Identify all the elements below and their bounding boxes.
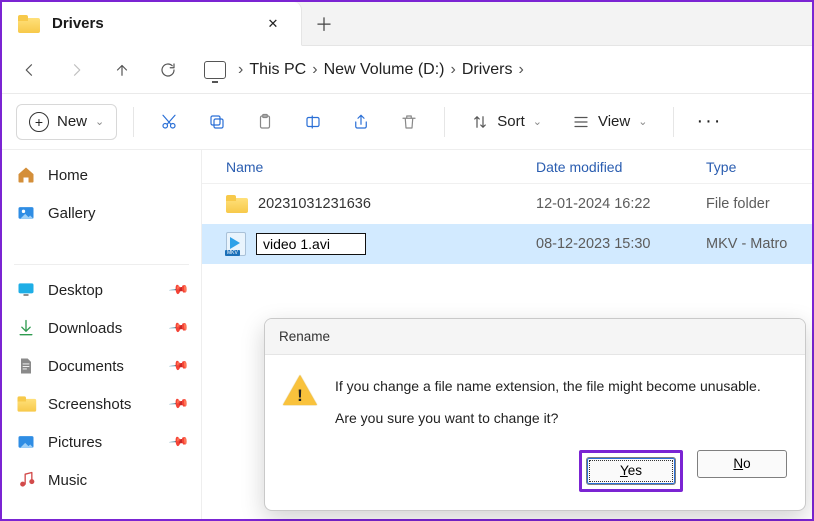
sort-button[interactable]: Sort ⌄ <box>461 104 552 140</box>
cut-button[interactable] <box>150 103 188 141</box>
view-label: View <box>598 113 630 130</box>
tab-bar: Drivers ✕ ＋ <box>2 2 812 46</box>
no-button[interactable]: No <box>697 450 787 478</box>
tab-active[interactable]: Drivers ✕ <box>2 2 302 46</box>
pin-icon: 📌 <box>168 317 191 340</box>
music-icon <box>16 470 36 490</box>
column-date[interactable]: Date modified <box>536 159 706 175</box>
chevron-right-icon: › <box>450 61 455 79</box>
rename-dialog: Rename If you change a file name extensi… <box>264 318 806 511</box>
folder-icon <box>18 15 40 33</box>
file-type: MKV - Matro <box>706 236 812 252</box>
sidebar-item-label: Documents <box>48 358 124 375</box>
new-button[interactable]: + New ⌄ <box>16 104 117 140</box>
file-type: File folder <box>706 196 812 212</box>
rename-button[interactable] <box>294 103 332 141</box>
sidebar-item-label: Screenshots <box>48 396 131 413</box>
sidebar-item-label: Music <box>48 472 87 489</box>
view-button[interactable]: View ⌄ <box>562 104 657 140</box>
forward-button[interactable] <box>56 50 96 90</box>
delete-button[interactable] <box>390 103 428 141</box>
separator <box>444 107 445 137</box>
yes-button[interactable]: Yes <box>586 457 676 485</box>
sidebar-item-label: Gallery <box>48 205 96 222</box>
nav-bar: › This PC › New Volume (D:) › Drivers › <box>2 46 812 94</box>
paste-button[interactable] <box>246 103 284 141</box>
separator <box>133 107 134 137</box>
yes-hotkey: Y <box>620 463 628 478</box>
chevron-down-icon: ⌄ <box>533 115 542 128</box>
chevron-right-icon: › <box>312 61 317 79</box>
crumb-root[interactable]: This PC <box>249 61 306 79</box>
sidebar-item-pictures[interactable]: Pictures 📌 <box>6 423 197 461</box>
file-row-folder[interactable]: 20231031231636 12-01-2024 16:22 File fol… <box>202 184 812 224</box>
dialog-message: If you change a file name extension, the… <box>335 375 761 430</box>
sidebar-item-screenshots[interactable]: Screenshots 📌 <box>6 385 197 423</box>
sidebar-item-desktop[interactable]: Desktop 📌 <box>6 271 197 309</box>
documents-icon <box>16 356 36 376</box>
plus-circle-icon: + <box>29 112 49 132</box>
no-hotkey: N <box>733 456 743 471</box>
pictures-icon <box>16 432 36 452</box>
folder-icon <box>16 394 36 414</box>
tab-title: Drivers <box>52 15 104 32</box>
sidebar-item-label: Desktop <box>48 282 103 299</box>
pin-icon: 📌 <box>168 279 191 302</box>
column-headers[interactable]: Name Date modified Type <box>202 150 812 184</box>
sidebar-item-downloads[interactable]: Downloads 📌 <box>6 309 197 347</box>
share-button[interactable] <box>342 103 380 141</box>
pin-icon: 📌 <box>168 431 191 454</box>
file-date: 08-12-2023 15:30 <box>536 236 706 252</box>
dialog-line1: If you change a file name extension, the… <box>335 375 761 397</box>
sort-label: Sort <box>497 113 525 130</box>
download-icon <box>16 318 36 338</box>
column-type[interactable]: Type <box>706 159 812 175</box>
video-file-icon <box>226 232 246 256</box>
sort-indicator-icon: ⌃ <box>352 150 812 155</box>
chevron-right-icon: › <box>238 61 243 79</box>
chevron-right-icon: › <box>518 61 523 79</box>
sidebar-item-label: Downloads <box>48 320 122 337</box>
crumb-volume[interactable]: New Volume (D:) <box>324 61 445 79</box>
sidebar-item-gallery[interactable]: Gallery <box>6 194 197 232</box>
highlight-annotation: Yes <box>579 450 683 492</box>
refresh-button[interactable] <box>148 50 188 90</box>
dialog-title: Rename <box>265 319 805 355</box>
sidebar-item-home[interactable]: Home <box>6 156 197 194</box>
gallery-icon <box>16 203 36 223</box>
up-button[interactable] <box>102 50 142 90</box>
folder-icon <box>226 195 248 213</box>
dialog-line2: Are you sure you want to change it? <box>335 407 761 429</box>
new-tab-button[interactable]: ＋ <box>302 2 346 45</box>
rename-input[interactable] <box>256 233 366 255</box>
column-name[interactable]: Name <box>226 159 536 175</box>
sidebar-item-label: Pictures <box>48 434 102 451</box>
new-label: New <box>57 113 87 130</box>
pin-icon: 📌 <box>168 393 191 416</box>
separator <box>673 107 674 137</box>
file-name: 20231031231636 <box>258 196 371 212</box>
chevron-down-icon: ⌄ <box>95 115 104 128</box>
copy-button[interactable] <box>198 103 236 141</box>
yes-label-rest: es <box>628 463 642 478</box>
close-icon[interactable]: ✕ <box>261 16 285 32</box>
toolbar: + New ⌄ Sort ⌄ View ⌄ ··· <box>2 94 812 150</box>
file-row-renaming[interactable]: 08-12-2023 15:30 MKV - Matro <box>202 224 812 264</box>
sidebar-item-music[interactable]: Music <box>6 461 197 499</box>
desktop-icon <box>16 280 36 300</box>
chevron-down-icon: ⌄ <box>638 115 647 128</box>
file-date: 12-01-2024 16:22 <box>536 196 706 212</box>
sidebar-item-label: Home <box>48 167 88 184</box>
sidebar: Home Gallery Desktop 📌 Downloads 📌 <box>2 150 202 519</box>
monitor-icon <box>204 61 226 79</box>
pin-icon: 📌 <box>168 355 191 378</box>
crumb-folder[interactable]: Drivers <box>462 61 513 79</box>
warning-icon <box>283 375 317 405</box>
sidebar-item-documents[interactable]: Documents 📌 <box>6 347 197 385</box>
breadcrumb[interactable]: › This PC › New Volume (D:) › Drivers › <box>194 61 804 79</box>
back-button[interactable] <box>10 50 50 90</box>
home-icon <box>16 165 36 185</box>
more-button[interactable]: ··· <box>690 110 728 133</box>
no-label-rest: o <box>743 456 751 471</box>
